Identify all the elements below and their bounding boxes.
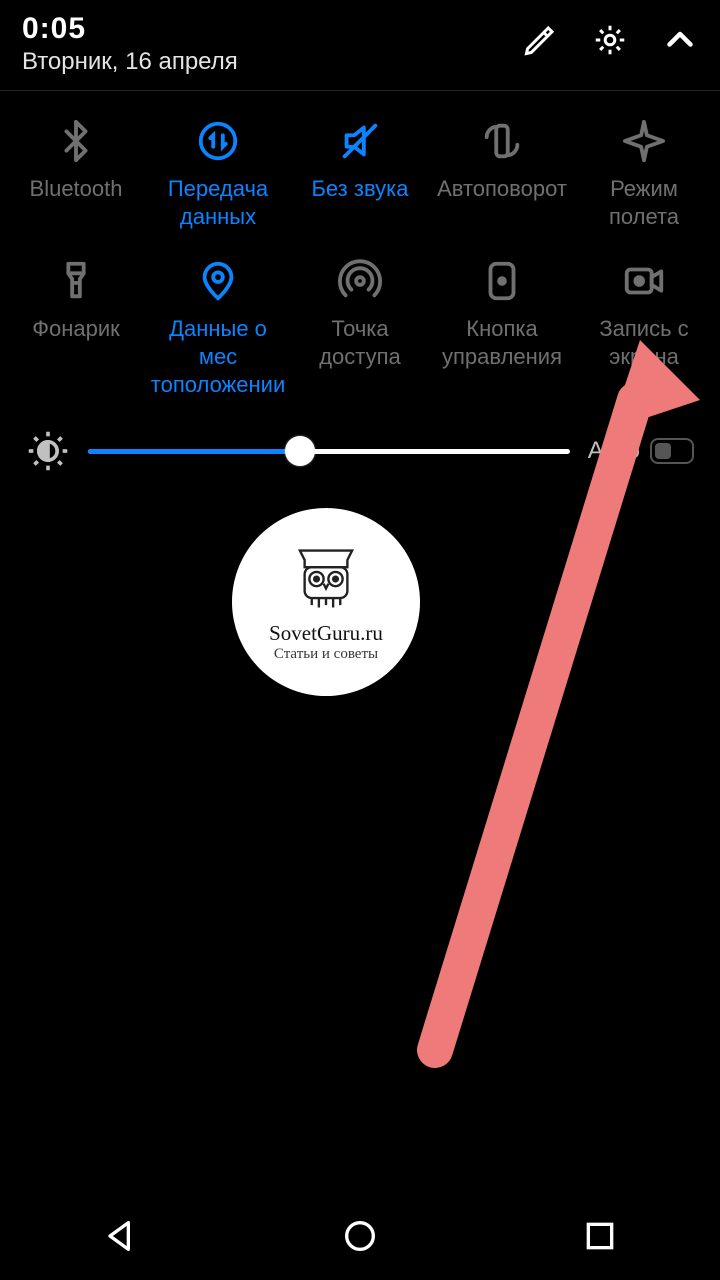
slider-thumb[interactable] xyxy=(285,436,315,466)
quick-settings-header: 0:05 Вторник, 16 апреля xyxy=(0,0,720,91)
header-actions xyxy=(522,22,698,58)
auto-brightness-toggle[interactable] xyxy=(650,438,694,464)
nav-back-button[interactable] xyxy=(60,1206,180,1266)
tile-flashlight[interactable]: Фонарик xyxy=(6,253,146,399)
screen-record-icon xyxy=(574,253,714,309)
tile-hotspot[interactable]: Точка доступа xyxy=(290,253,430,399)
tile-control-button[interactable]: Кнопка управления xyxy=(432,253,572,399)
edit-tiles-button[interactable] xyxy=(522,22,558,58)
control-button-icon xyxy=(432,253,572,309)
tile-label: Bluetooth xyxy=(6,175,146,203)
watermark-subtitle: Статьи и советы xyxy=(274,646,378,663)
tile-location[interactable]: Данные о мес тоположении xyxy=(148,253,288,399)
pencil-icon xyxy=(522,22,558,58)
tile-label: Автоповорот xyxy=(432,175,572,203)
auto-brightness: Авто xyxy=(588,437,694,465)
nav-home-button[interactable] xyxy=(300,1206,420,1266)
tile-auto-rotate[interactable]: Автоповорот xyxy=(432,113,572,231)
settings-button[interactable] xyxy=(592,22,628,58)
bluetooth-icon xyxy=(6,113,146,169)
tile-label: Данные о мес тоположении xyxy=(148,315,288,399)
tile-label: Запись с экрана xyxy=(574,315,714,371)
tile-mute[interactable]: Без звука xyxy=(290,113,430,231)
tile-data-transfer[interactable]: Передача данных xyxy=(148,113,288,231)
nav-recent-button[interactable] xyxy=(540,1206,660,1266)
brightness-row: Авто xyxy=(0,409,720,481)
data-transfer-icon xyxy=(148,113,288,169)
square-recent-icon xyxy=(580,1216,620,1256)
circle-home-icon xyxy=(340,1216,380,1256)
tile-label: Фонарик xyxy=(6,315,146,343)
watermark-title: SovetGuru.ru xyxy=(269,621,383,646)
auto-brightness-label: Авто xyxy=(588,437,640,465)
owl-icon xyxy=(288,541,364,617)
brightness-slider[interactable] xyxy=(88,435,570,467)
location-icon xyxy=(148,253,288,309)
tile-label: Передача данных xyxy=(148,175,288,231)
collapse-panel-button[interactable] xyxy=(662,22,698,58)
airplane-icon xyxy=(574,113,714,169)
tile-label: Режим полета xyxy=(574,175,714,231)
slider-fill xyxy=(88,449,300,454)
watermark-badge: SovetGuru.ru Статьи и советы xyxy=(232,508,420,696)
tile-label: Точка доступа xyxy=(290,315,430,371)
tile-label: Кнопка управления xyxy=(432,315,572,371)
tile-airplane-mode[interactable]: Режим полета xyxy=(574,113,714,231)
tile-label: Без звука xyxy=(290,175,430,203)
brightness-icon xyxy=(26,429,70,473)
triangle-back-icon xyxy=(100,1216,140,1256)
quick-settings-tiles: Bluetooth Передача данных Без звука xyxy=(0,91,720,409)
tiles-row-1: Bluetooth Передача данных Без звука xyxy=(6,113,714,231)
chevron-up-icon xyxy=(662,22,698,58)
gear-icon xyxy=(592,22,628,58)
flashlight-icon xyxy=(6,253,146,309)
hotspot-icon xyxy=(290,253,430,309)
tile-screen-record[interactable]: Запись с экрана xyxy=(574,253,714,399)
mute-icon xyxy=(290,113,430,169)
tiles-row-2: Фонарик Данные о мес тоположении Точка д… xyxy=(6,253,714,399)
system-nav-bar xyxy=(0,1192,720,1280)
auto-rotate-icon xyxy=(432,113,572,169)
tile-bluetooth[interactable]: Bluetooth xyxy=(6,113,146,231)
